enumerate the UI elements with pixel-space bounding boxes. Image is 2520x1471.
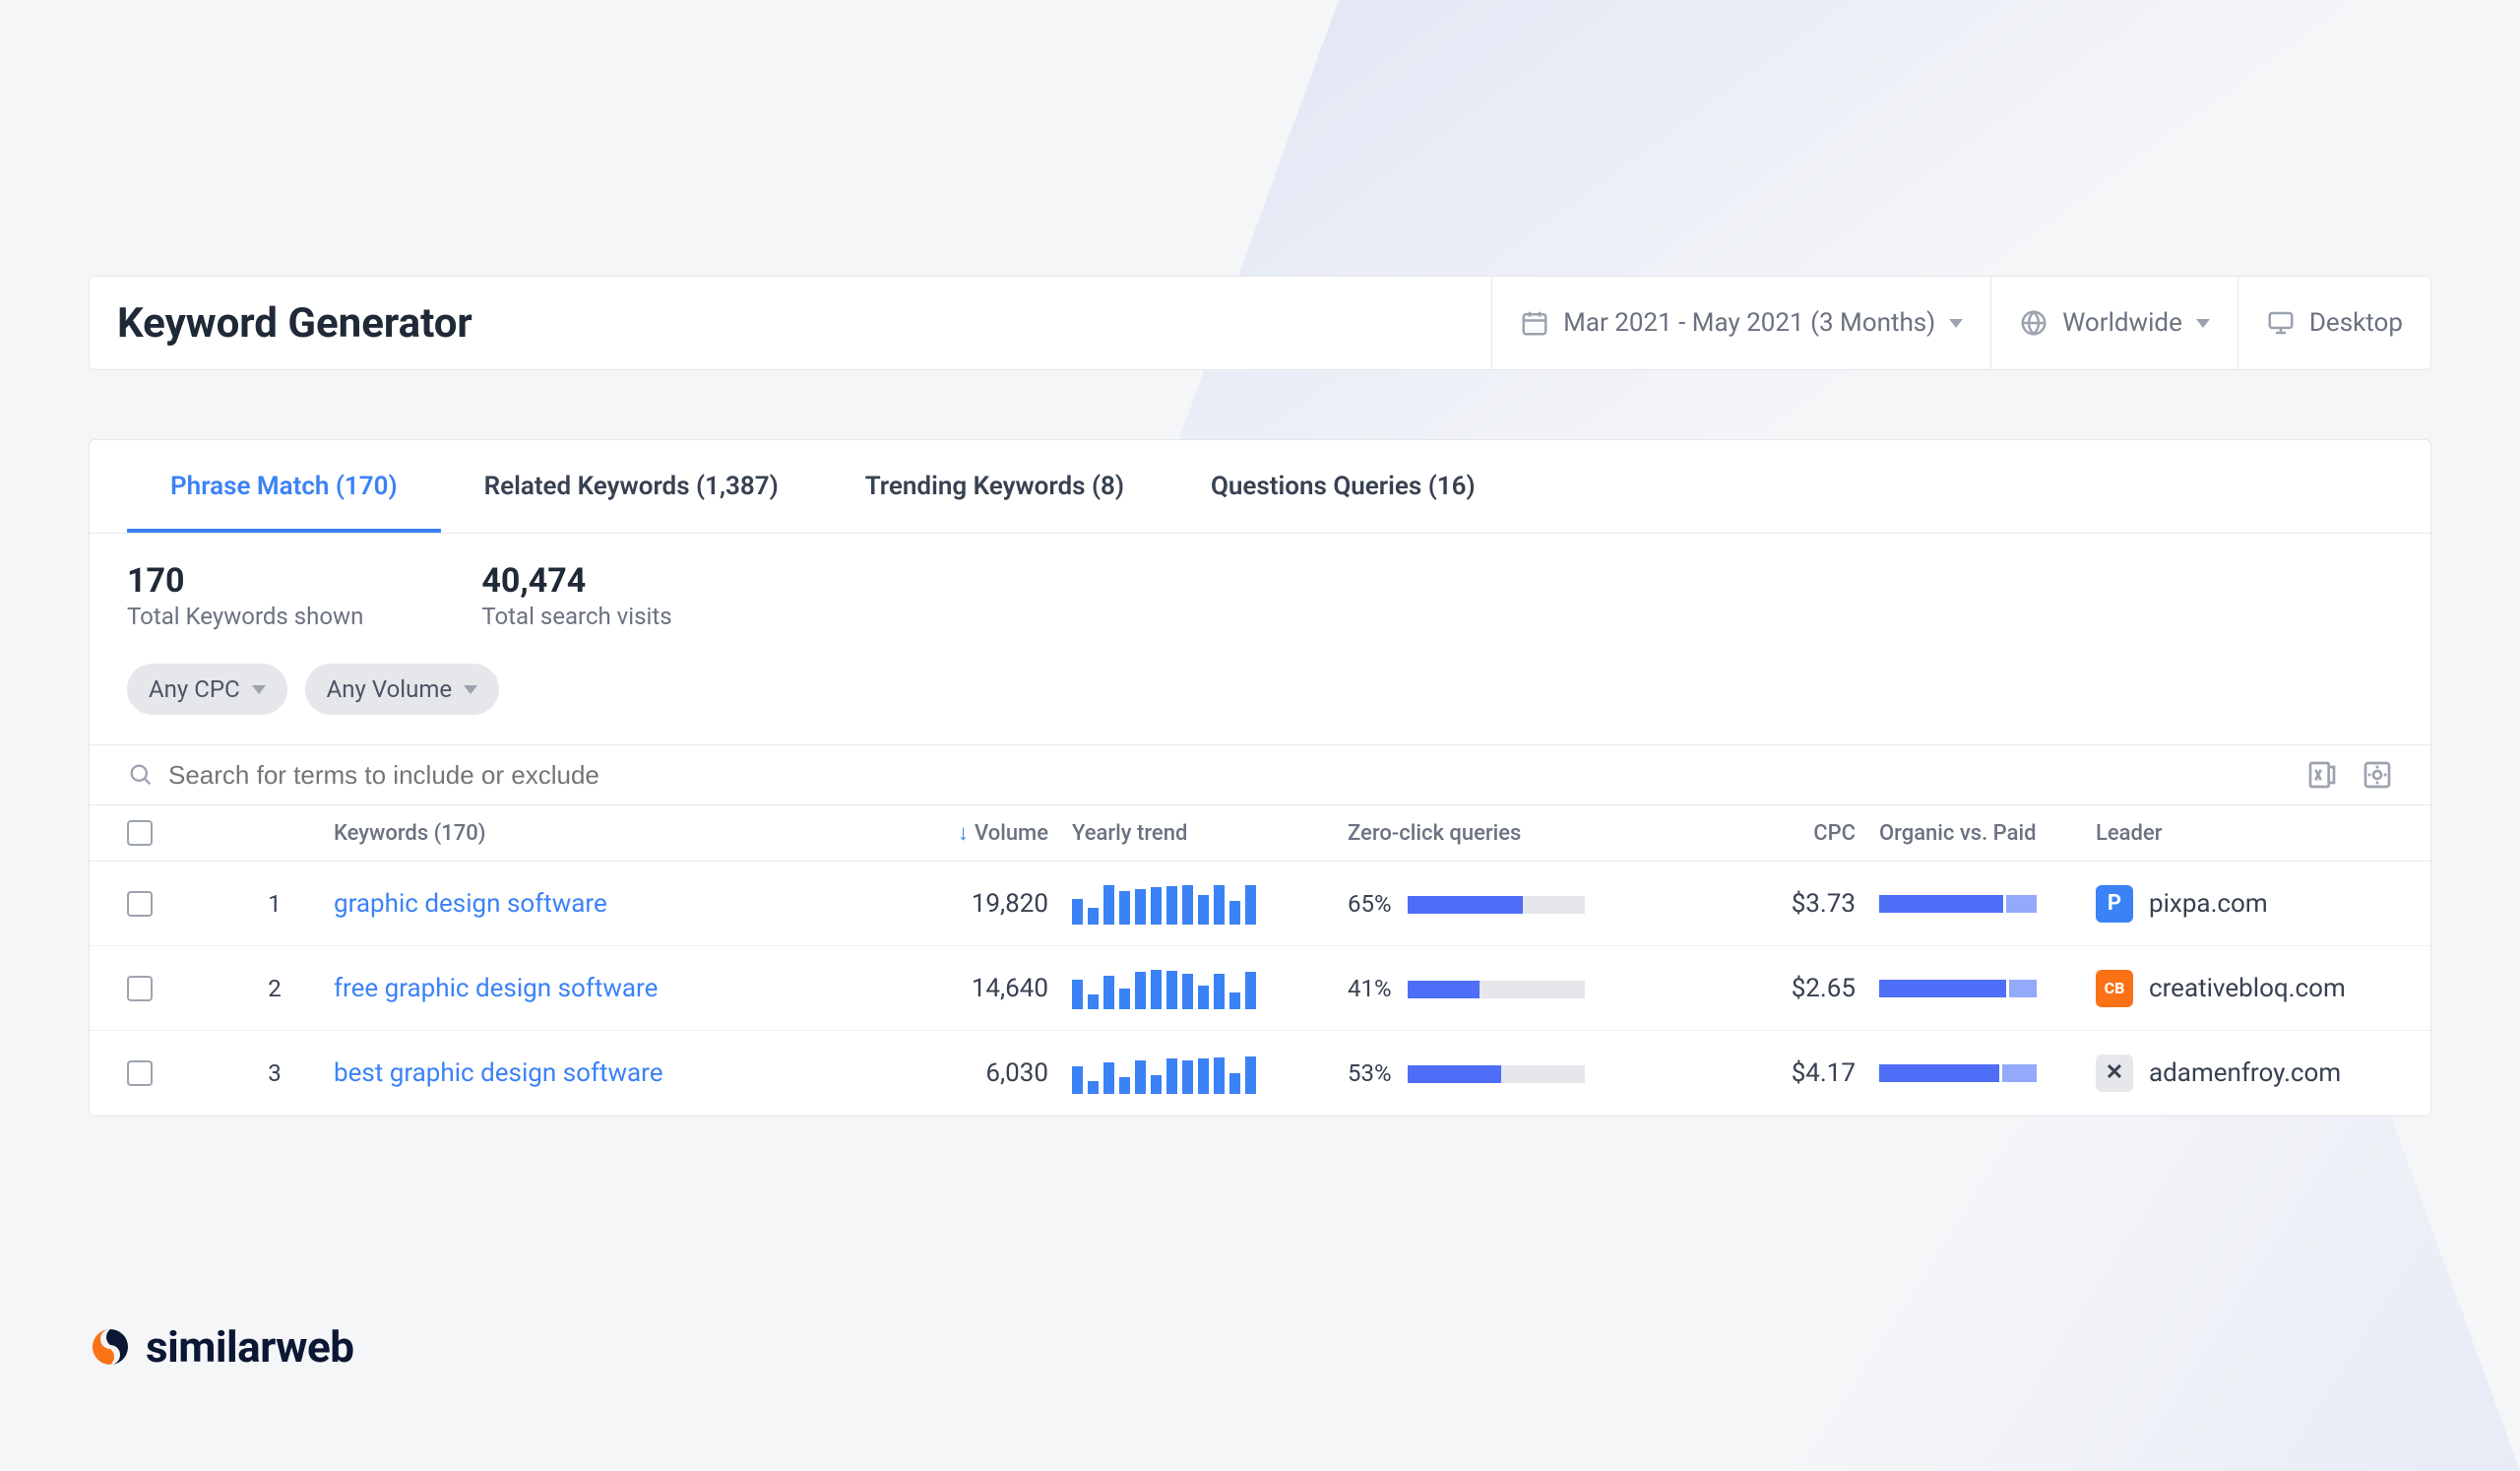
sparkline bbox=[1072, 883, 1348, 925]
leader-cell[interactable]: CB creativebloq.com bbox=[2096, 970, 2381, 1007]
row-index: 1 bbox=[216, 890, 334, 918]
similarweb-logo-icon bbox=[89, 1325, 132, 1369]
sparkline bbox=[1072, 968, 1348, 1009]
col-ovp[interactable]: Organic vs. Paid bbox=[1879, 821, 2096, 846]
stats-row: 170 Total Keywords shown 40,474 Total se… bbox=[90, 534, 2430, 664]
zeroclick-cell: 53% bbox=[1348, 1058, 1682, 1088]
leader-domain: pixpa.com bbox=[2149, 889, 2268, 919]
tab-3[interactable]: Questions Queries (16) bbox=[1167, 440, 1519, 533]
keyword-link[interactable]: graphic design software bbox=[334, 889, 865, 919]
tabs: Phrase Match (170)Related Keywords (1,38… bbox=[90, 440, 2430, 534]
cpc-value: $4.17 bbox=[1682, 1058, 1879, 1088]
total-visits-label: Total search visits bbox=[481, 603, 671, 630]
caret-down-icon bbox=[1949, 319, 1963, 328]
table-row: 2free graphic design software14,640 41%$2… bbox=[90, 946, 2430, 1031]
settings-icon[interactable] bbox=[2362, 759, 2393, 791]
leader-cell[interactable]: ✕ adamenfroy.com bbox=[2096, 1055, 2381, 1092]
page-title: Keyword Generator bbox=[90, 299, 1491, 348]
region-text: Worldwide bbox=[2062, 308, 2182, 338]
leader-domain: creativebloq.com bbox=[2149, 974, 2346, 1003]
volume-value: 14,640 bbox=[865, 974, 1072, 1003]
leader-favicon: P bbox=[2096, 885, 2133, 923]
search-input[interactable] bbox=[168, 760, 2283, 791]
keyword-link[interactable]: best graphic design software bbox=[334, 1058, 865, 1088]
leader-cell[interactable]: Ppixpa.com bbox=[2096, 885, 2381, 923]
row-index: 3 bbox=[216, 1059, 334, 1087]
brand-name: similarweb bbox=[146, 1321, 354, 1373]
sparkline bbox=[1072, 1053, 1348, 1094]
brand-footer: similarweb bbox=[89, 1321, 354, 1373]
header-bar: Keyword Generator Mar 2021 - May 2021 (3… bbox=[89, 276, 2431, 370]
organic-paid-bar bbox=[1879, 980, 2096, 997]
table-header: Keywords (170) ↓Volume Yearly trend Zero… bbox=[90, 804, 2430, 862]
sort-desc-icon: ↓ bbox=[958, 821, 969, 846]
desktop-icon bbox=[2266, 308, 2296, 338]
tab-0[interactable]: Phrase Match (170) bbox=[127, 440, 441, 533]
leader-favicon: CB bbox=[2096, 970, 2133, 1007]
table-row: 1graphic design software19,820 65%$3.73 Pp… bbox=[90, 862, 2430, 946]
cpc-value: $3.73 bbox=[1682, 889, 1879, 919]
volume-value: 19,820 bbox=[865, 889, 1072, 919]
device-selector[interactable]: Desktop bbox=[2237, 277, 2430, 369]
leader-domain: adamenfroy.com bbox=[2149, 1058, 2341, 1088]
tab-2[interactable]: Trending Keywords (8) bbox=[822, 440, 1167, 533]
organic-paid-bar bbox=[1879, 895, 2096, 913]
total-visits-value: 40,474 bbox=[481, 561, 671, 601]
row-checkbox[interactable] bbox=[127, 891, 153, 917]
search-row bbox=[90, 744, 2430, 804]
row-index: 2 bbox=[216, 975, 334, 1002]
row-checkbox[interactable] bbox=[127, 1060, 153, 1086]
caret-down-icon bbox=[2196, 319, 2210, 328]
caret-down-icon bbox=[252, 685, 266, 694]
filters-row: Any CPC Any Volume bbox=[90, 664, 2430, 744]
total-keywords-label: Total Keywords shown bbox=[127, 603, 363, 630]
region-selector[interactable]: Worldwide bbox=[1990, 277, 2237, 369]
zeroclick-cell: 65% bbox=[1348, 889, 1682, 919]
zeroclick-cell: 41% bbox=[1348, 974, 1682, 1003]
export-excel-icon[interactable] bbox=[2306, 759, 2338, 791]
decorative-gradient bbox=[1490, 1077, 2520, 1471]
select-all-checkbox[interactable] bbox=[127, 820, 153, 846]
caret-down-icon bbox=[464, 685, 477, 694]
tab-1[interactable]: Related Keywords (1,387) bbox=[441, 440, 822, 533]
calendar-icon bbox=[1520, 308, 1549, 338]
col-volume[interactable]: ↓Volume bbox=[865, 820, 1072, 846]
col-leader[interactable]: Leader bbox=[2096, 821, 2381, 846]
filter-cpc[interactable]: Any CPC bbox=[127, 664, 287, 715]
row-checkbox[interactable] bbox=[127, 976, 153, 1001]
col-trend[interactable]: Yearly trend bbox=[1072, 821, 1348, 846]
filter-volume[interactable]: Any Volume bbox=[305, 664, 500, 715]
device-text: Desktop bbox=[2309, 308, 2403, 338]
leader-favicon: ✕ bbox=[2096, 1055, 2133, 1092]
organic-paid-bar bbox=[1879, 1064, 2096, 1082]
results-panel: Phrase Match (170)Related Keywords (1,38… bbox=[89, 439, 2431, 1117]
total-keywords-value: 170 bbox=[127, 561, 363, 601]
table-row: 3best graphic design software6,030 53%$4.… bbox=[90, 1031, 2430, 1116]
search-icon bbox=[127, 761, 155, 789]
globe-icon bbox=[2019, 308, 2048, 338]
cpc-value: $2.65 bbox=[1682, 974, 1879, 1003]
date-range-text: Mar 2021 - May 2021 (3 Months) bbox=[1563, 308, 1935, 338]
col-keywords[interactable]: Keywords (170) bbox=[334, 821, 865, 846]
keyword-link[interactable]: free graphic design software bbox=[334, 974, 865, 1003]
col-zeroclick[interactable]: Zero-click queries bbox=[1348, 821, 1682, 846]
volume-value: 6,030 bbox=[865, 1058, 1072, 1088]
col-cpc[interactable]: CPC bbox=[1682, 821, 1879, 846]
date-range-selector[interactable]: Mar 2021 - May 2021 (3 Months) bbox=[1491, 277, 1990, 369]
